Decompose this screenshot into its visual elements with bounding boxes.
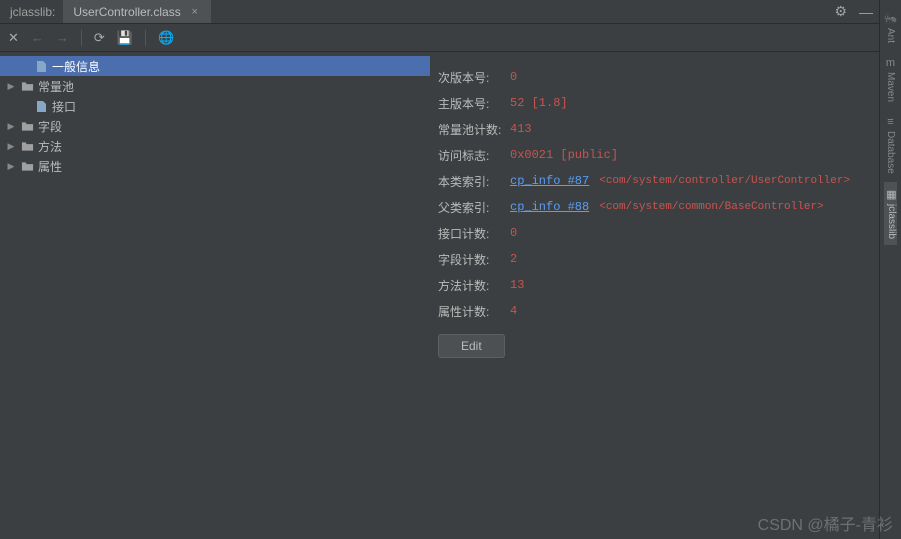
- folder-icon: [20, 141, 34, 152]
- rail-label: Database: [885, 131, 896, 174]
- expand-chevron-icon[interactable]: ▶: [6, 161, 16, 172]
- settings-gear-icon[interactable]: ⚙: [828, 3, 853, 20]
- tree-item[interactable]: ▶ 方法: [0, 136, 430, 156]
- field-method-count: 方法计数: 13: [438, 272, 879, 298]
- globe-icon[interactable]: 🌐: [158, 30, 174, 46]
- rail-item-database[interactable]: ≡ Database: [885, 110, 896, 180]
- field-field-count: 字段计数: 2: [438, 246, 879, 272]
- tree-item-label: 常量池: [38, 78, 74, 95]
- save-icon[interactable]: 💾: [117, 30, 133, 46]
- file-tab[interactable]: UserController.class ×: [63, 0, 210, 23]
- tree-item-label: 方法: [38, 138, 62, 155]
- cp-comment: <com/system/controller/UserController>: [599, 175, 850, 187]
- expand-chevron-icon[interactable]: ▶: [6, 81, 16, 92]
- field-access-flags: 访问标志: 0x0021 [public]: [438, 142, 879, 168]
- field-label: 次版本号:: [438, 69, 510, 86]
- tab-label: UserController.class: [73, 5, 180, 19]
- forward-arrow-icon: →: [56, 30, 69, 45]
- field-value: 0: [510, 226, 517, 240]
- field-this-class: 本类索引: cp_info #87 <com/system/controller…: [438, 168, 879, 194]
- expand-chevron-icon[interactable]: ▶: [6, 141, 16, 152]
- folder-icon: [20, 121, 34, 132]
- right-tool-rail: 🐜 Ant m Maven ≡ Database ▦ jclasslib: [879, 0, 901, 539]
- rail-item-ant[interactable]: 🐜 Ant: [884, 6, 898, 49]
- edit-button[interactable]: Edit: [438, 334, 505, 358]
- toolbar: ✕ ← → ⟳ 💾 🌐: [0, 24, 879, 52]
- field-label: 字段计数:: [438, 251, 510, 268]
- field-super-class: 父类索引: cp_info #88 <com/system/common/Bas…: [438, 194, 879, 220]
- cp-info-link[interactable]: cp_info #87: [510, 174, 589, 188]
- folder-icon: [20, 81, 34, 92]
- toolbar-separator: [145, 30, 146, 46]
- folder-icon: [20, 161, 34, 172]
- field-value: 413: [510, 122, 532, 136]
- rail-item-jclasslib[interactable]: ▦ jclasslib: [884, 182, 897, 245]
- tree-item[interactable]: 一般信息: [0, 56, 430, 76]
- ant-icon: 🐜: [884, 12, 898, 25]
- maven-icon: m: [886, 57, 895, 69]
- field-attribute-count: 属性计数: 4: [438, 298, 879, 324]
- field-value: 0: [510, 70, 517, 84]
- field-label: 方法计数:: [438, 277, 510, 294]
- tree-item[interactable]: ▶ 常量池: [0, 76, 430, 96]
- close-tab-icon[interactable]: ×: [189, 6, 201, 18]
- tree-item-label: 接口: [52, 98, 76, 115]
- field-value: 52 [1.8]: [510, 96, 568, 110]
- rail-label: jclasslib: [886, 204, 897, 239]
- detail-panel: 次版本号: 0 主版本号: 52 [1.8] 常量池计数: 413 访问标志: …: [430, 52, 879, 539]
- tree-item-label: 属性: [38, 158, 62, 175]
- toolbar-separator: [81, 30, 82, 46]
- tree-item[interactable]: ▶ 字段: [0, 116, 430, 136]
- field-label: 父类索引:: [438, 199, 510, 216]
- field-minor-version: 次版本号: 0: [438, 64, 879, 90]
- jclasslib-icon: ▦: [886, 188, 896, 201]
- field-interface-count: 接口计数: 0: [438, 220, 879, 246]
- field-label: 访问标志:: [438, 147, 510, 164]
- field-value: 0x0021 [public]: [510, 148, 618, 162]
- field-value: 2: [510, 252, 517, 266]
- file-icon: [34, 60, 48, 73]
- cp-info-link[interactable]: cp_info #88: [510, 200, 589, 214]
- field-constant-pool-count: 常量池计数: 413: [438, 116, 879, 142]
- field-label: 主版本号:: [438, 95, 510, 112]
- field-value: 4: [510, 304, 517, 318]
- tree-item[interactable]: ▶ 属性: [0, 156, 430, 176]
- field-value: 13: [510, 278, 524, 292]
- back-arrow-icon: ←: [31, 30, 44, 45]
- cp-comment: <com/system/common/BaseController>: [599, 201, 823, 213]
- refresh-icon[interactable]: ⟳: [94, 30, 105, 46]
- expand-chevron-icon[interactable]: ▶: [6, 121, 16, 132]
- tab-bar: jclasslib: UserController.class × ⚙ —: [0, 0, 879, 24]
- minimize-icon[interactable]: —: [853, 4, 879, 20]
- tree-item[interactable]: 接口: [0, 96, 430, 116]
- field-label: 接口计数:: [438, 225, 510, 242]
- database-icon: ≡: [887, 116, 893, 128]
- field-label: 属性计数:: [438, 303, 510, 320]
- tree-panel: 一般信息 ▶ 常量池接口 ▶ 字段 ▶ 方法 ▶ 属性: [0, 52, 430, 539]
- field-label: 本类索引:: [438, 173, 510, 190]
- file-icon: [34, 100, 48, 113]
- rail-label: Maven: [885, 72, 896, 102]
- field-major-version: 主版本号: 52 [1.8]: [438, 90, 879, 116]
- tool-name-label: jclasslib:: [6, 5, 63, 19]
- rail-label: Ant: [885, 28, 896, 43]
- close-icon[interactable]: ✕: [8, 30, 19, 46]
- tree-item-label: 一般信息: [52, 58, 100, 75]
- field-label: 常量池计数:: [438, 121, 510, 138]
- rail-item-maven[interactable]: m Maven: [885, 51, 896, 108]
- tree-item-label: 字段: [38, 118, 62, 135]
